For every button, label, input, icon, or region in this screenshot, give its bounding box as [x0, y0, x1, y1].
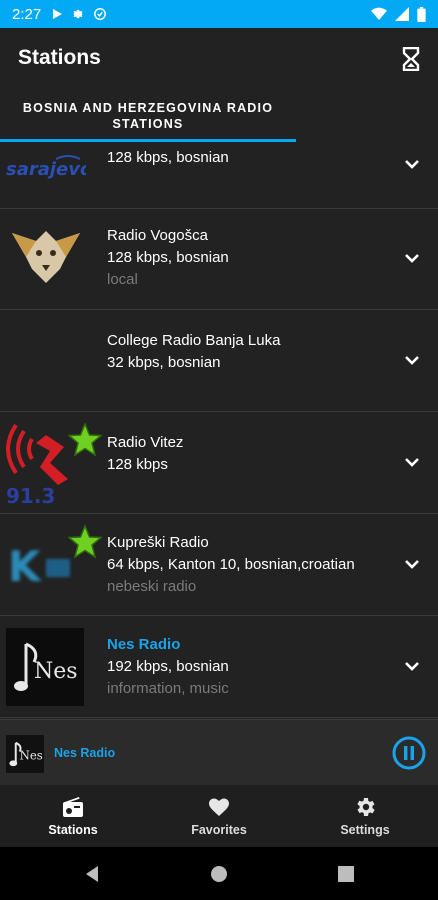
radio-icon: [63, 797, 83, 817]
tab-country-stations[interactable]: BOSNIA AND HERZEGOVINA RADIO STATIONS: [0, 100, 296, 132]
status-icons-left: [51, 7, 107, 21]
station-info: Kupreški Radio 64 kbps, Kanton 10, bosni…: [107, 532, 397, 598]
nav-stations[interactable]: Stations: [0, 785, 146, 847]
svg-text:sarajevo: sarajevo: [6, 159, 86, 180]
station-row[interactable]: Radio Vogošca 128 kbps, bosnian local: [0, 209, 438, 310]
gear-icon: [72, 9, 84, 19]
wifi-icon: [371, 7, 387, 21]
sleep-timer-button[interactable]: [398, 44, 424, 74]
station-name: Kupreški Radio: [107, 534, 209, 551]
station-row[interactable]: sarajevo 128 kbps, bosnian: [0, 143, 438, 209]
sync-icon: [94, 8, 107, 20]
mini-player[interactable]: Nes Nes Radio: [0, 719, 438, 785]
status-bar: 2:27: [0, 0, 438, 28]
recents-icon[interactable]: [336, 864, 356, 884]
heart-icon: [209, 798, 229, 816]
tab-indicator: [0, 139, 296, 142]
system-navigation: [0, 847, 438, 900]
station-row[interactable]: College Radio Banja Luka 32 kbps, bosnia…: [0, 311, 438, 412]
station-info: 128 kbps, bosnian: [107, 147, 397, 169]
station-info: Nes Radio 192 kbps, bosnian information,…: [107, 634, 397, 700]
player-station-logo: Nes: [6, 735, 44, 773]
chevron-down-icon[interactable]: [404, 661, 420, 673]
station-info: Radio Vitez 128 kbps: [107, 432, 397, 476]
pause-icon[interactable]: [392, 736, 426, 770]
hourglass-icon: [402, 47, 420, 71]
back-icon[interactable]: [82, 864, 102, 884]
chevron-down-icon[interactable]: [404, 457, 420, 469]
kupreski-logo-text: K: [8, 542, 42, 591]
station-tags: nebeski radio: [107, 578, 197, 595]
station-meta: 64 kbps, Kanton 10, bosnian,croatian: [107, 556, 355, 573]
station-info: College Radio Banja Luka 32 kbps, bosnia…: [107, 330, 397, 374]
vitez-logo: 91.3: [6, 421, 76, 505]
gear-icon: [357, 798, 375, 816]
station-row[interactable]: K Kupreški Radio 64 kbps, Kanton 10, bos…: [0, 515, 438, 616]
station-meta: 128 kbps, bosnian: [107, 249, 229, 266]
player-logo-text: Nes: [20, 748, 43, 762]
nes-logo: Nes: [6, 628, 84, 706]
station-name: Radio Vogošca: [107, 227, 208, 244]
status-icons-right: [371, 6, 426, 22]
chevron-down-icon[interactable]: [404, 559, 420, 571]
play-icon: [53, 9, 63, 19]
station-row[interactable]: 91.3 Radio Vitez 128 kbps: [0, 413, 438, 514]
station-name: Nes Radio: [107, 636, 181, 653]
station-info: Radio Vogošca 128 kbps, bosnian local: [107, 225, 397, 291]
chevron-down-icon[interactable]: [404, 159, 420, 171]
station-name: College Radio Banja Luka: [107, 332, 281, 349]
station-name: Radio Vitez: [107, 434, 184, 451]
sarajevo-logo: sarajevo: [6, 153, 86, 183]
nav-settings[interactable]: Settings: [292, 785, 438, 847]
station-row[interactable]: Nes Nes Radio 192 kbps, bosnian informat…: [0, 617, 438, 718]
app-bar: Stations BOSNIA AND HERZEGOVINA RADIO ST…: [0, 28, 438, 143]
player-station-name: Nes Radio: [54, 746, 116, 760]
station-meta: 128 kbps, bosnian: [107, 149, 229, 166]
station-meta: 32 kbps, bosnian: [107, 354, 221, 371]
station-meta: 192 kbps, bosnian: [107, 658, 229, 675]
kupreski-logo: K: [6, 535, 76, 595]
nav-favorites-label: Favorites: [191, 823, 247, 837]
battery-icon: [417, 6, 426, 22]
station-tags: information, music: [107, 680, 229, 697]
status-time: 2:27: [12, 5, 42, 23]
vogosca-logo: [10, 227, 82, 287]
bottom-navigation: Stations Favorites Settings: [0, 785, 438, 847]
home-icon[interactable]: [209, 864, 229, 884]
station-list[interactable]: sarajevo 128 kbps, bosnian Radio Vogošca…: [0, 143, 438, 719]
nes-logo-text: Nes: [34, 659, 78, 684]
chevron-down-icon[interactable]: [404, 355, 420, 367]
station-meta: 128 kbps: [107, 456, 168, 473]
vitez-logo-text: 91.3: [6, 484, 55, 505]
favorite-star-icon[interactable]: [68, 423, 102, 457]
chevron-down-icon[interactable]: [404, 253, 420, 265]
nav-favorites[interactable]: Favorites: [146, 785, 292, 847]
favorite-star-icon[interactable]: [68, 525, 102, 559]
signal-icon: [395, 7, 409, 21]
page-title: Stations: [18, 46, 101, 69]
nav-settings-label: Settings: [340, 823, 390, 837]
nav-stations-label: Stations: [48, 823, 98, 837]
station-tags: local: [107, 271, 138, 288]
